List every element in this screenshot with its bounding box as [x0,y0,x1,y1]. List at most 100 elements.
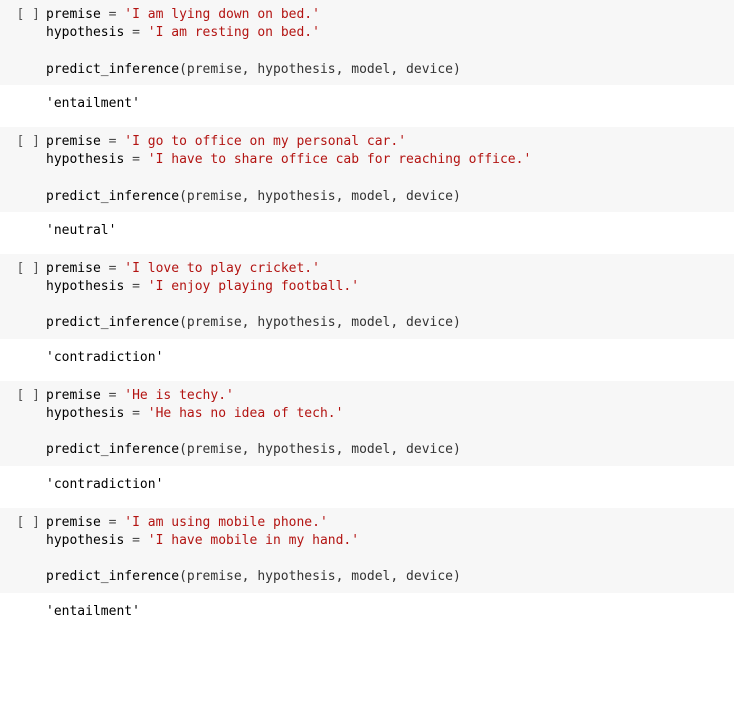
execution-prompt[interactable]: [ ] [0,387,46,460]
code-cell: [ ] premise = 'I go to office on my perso… [0,127,734,254]
output-text: 'entailment' [46,95,734,113]
code-source[interactable]: premise = 'He is techy.'hypothesis = 'He… [46,387,734,460]
code-line: premise = 'I am using mobile phone.' [46,514,724,532]
str-token: 'I have mobile in my hand.' [148,533,359,548]
cell-output-area: 'neutral' [0,212,734,254]
cell-output-area: 'contradiction' [0,466,734,508]
plain-token [140,533,148,548]
blank-line [46,169,724,187]
prompt-brackets: [ ] [17,7,40,22]
plain-token [140,406,148,421]
plain-token: (premise, hypothesis, model, device) [179,315,461,330]
func-token: predict_inference [46,62,179,77]
eq-token: = [132,533,140,548]
output-prompt-spacer [0,222,46,240]
var-token: premise [46,515,101,530]
plain-token: (premise, hypothesis, model, device) [179,569,461,584]
prompt-brackets: [ ] [17,134,40,149]
plain-token: (premise, hypothesis, model, device) [179,62,461,77]
plain-token [101,261,109,276]
code-source[interactable]: premise = 'I love to play cricket.'hypot… [46,260,734,333]
code-line: premise = 'He is techy.' [46,387,724,405]
func-token: predict_inference [46,315,179,330]
cell-output-area: 'entailment' [0,85,734,127]
plain-token: (premise, hypothesis, model, device) [179,442,461,457]
plain-token: (premise, hypothesis, model, device) [179,189,461,204]
cell-input-area[interactable]: [ ] premise = 'I am using mobile phone.'h… [0,508,734,593]
code-line: premise = 'I am lying down on bed.' [46,6,724,24]
execution-prompt[interactable]: [ ] [0,260,46,333]
plain-token [140,279,148,294]
eq-token: = [132,406,140,421]
plain-token [124,152,132,167]
code-line: hypothesis = 'I am resting on bed.' [46,24,724,42]
plain-token [101,515,109,530]
execution-prompt[interactable]: [ ] [0,514,46,587]
plain-token [101,7,109,22]
prompt-brackets: [ ] [17,261,40,276]
code-cell: [ ] premise = 'I am using mobile phone.'h… [0,508,734,635]
output-prompt-spacer [0,349,46,367]
code-cell: [ ]premise = 'I love to play cricket.'hy… [0,254,734,381]
var-token: hypothesis [46,279,124,294]
code-line: predict_inference(premise, hypothesis, m… [46,568,724,586]
code-source[interactable]: premise = 'I am lying down on bed.'hypot… [46,6,734,79]
plain-token [140,25,148,40]
code-line: predict_inference(premise, hypothesis, m… [46,441,724,459]
code-line: predict_inference(premise, hypothesis, m… [46,314,724,332]
plain-token [101,134,109,149]
str-token: 'I love to play cricket.' [124,261,320,276]
cell-input-area[interactable]: [ ]premise = 'He is techy.'hypothesis = … [0,381,734,466]
var-token: hypothesis [46,533,124,548]
plain-token [124,406,132,421]
blank-line [46,423,724,441]
var-token: hypothesis [46,406,124,421]
func-token: predict_inference [46,569,179,584]
cell-output-area: 'contradiction' [0,339,734,381]
eq-token: = [132,25,140,40]
var-token: premise [46,261,101,276]
str-token: 'I enjoy playing football.' [148,279,359,294]
var-token: premise [46,388,101,403]
prompt-brackets: [ ] [17,388,40,403]
code-line: premise = 'I love to play cricket.' [46,260,724,278]
cell-input-area[interactable]: [ ]premise = 'I love to play cricket.'hy… [0,254,734,339]
cell-input-area[interactable]: [ ]premise = 'I am lying down on bed.'hy… [0,0,734,85]
cell-input-area[interactable]: [ ] premise = 'I go to office on my perso… [0,127,734,212]
str-token: 'I go to office on my personal car.' [124,134,406,149]
prompt-brackets: [ ] [17,515,40,530]
output-text: 'contradiction' [46,476,734,494]
plain-token [140,152,148,167]
code-line: predict_inference(premise, hypothesis, m… [46,61,724,79]
cell-output-area: 'entailment' [0,593,734,635]
code-line: predict_inference(premise, hypothesis, m… [46,188,724,206]
eq-token: = [132,279,140,294]
plain-token [124,533,132,548]
code-line: hypothesis = 'I have mobile in my hand.' [46,532,724,550]
output-prompt-spacer [0,95,46,113]
code-source[interactable]: premise = 'I am using mobile phone.'hypo… [46,514,734,587]
code-source[interactable]: premise = 'I go to office on my personal… [46,133,734,206]
var-token: premise [46,134,101,149]
plain-token [124,25,132,40]
func-token: predict_inference [46,189,179,204]
var-token: hypothesis [46,152,124,167]
blank-line [46,550,724,568]
str-token: 'I am lying down on bed.' [124,7,320,22]
output-prompt-spacer [0,476,46,494]
execution-prompt[interactable]: [ ] [0,133,46,206]
plain-token [101,388,109,403]
blank-line [46,296,724,314]
output-text: 'neutral' [46,222,734,240]
str-token: 'I am resting on bed.' [148,25,320,40]
code-line: premise = 'I go to office on my personal… [46,133,724,151]
str-token: 'He has no idea of tech.' [148,406,344,421]
str-token: 'He is techy.' [124,388,234,403]
var-token: premise [46,7,101,22]
code-line: hypothesis = 'He has no idea of tech.' [46,405,724,423]
code-line: hypothesis = 'I enjoy playing football.' [46,278,724,296]
output-text: 'entailment' [46,603,734,621]
execution-prompt[interactable]: [ ] [0,6,46,79]
code-cell: [ ]premise = 'I am lying down on bed.'hy… [0,0,734,127]
plain-token [124,279,132,294]
